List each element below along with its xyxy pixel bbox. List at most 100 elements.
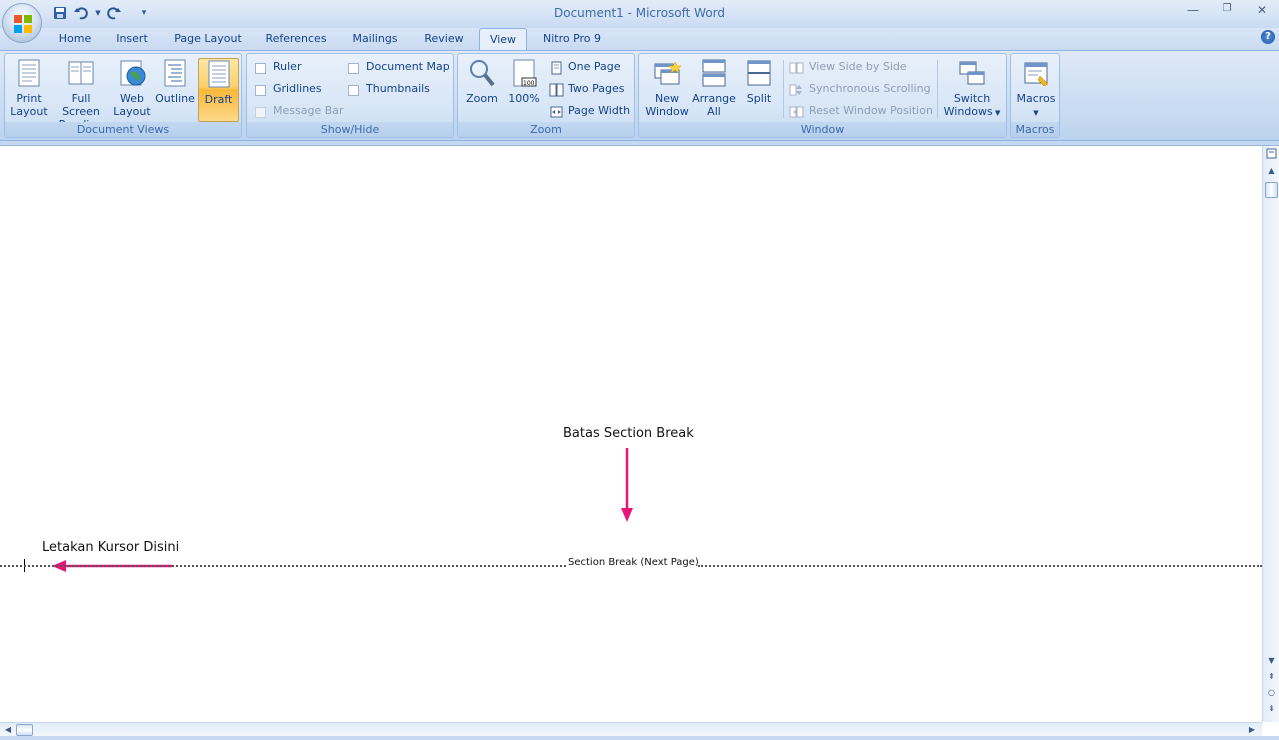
split-label: Split — [746, 92, 772, 105]
web-layout-label-2: Layout — [113, 105, 151, 118]
page-width-label: Page Width — [568, 104, 631, 117]
gridlines-checkbox-box[interactable] — [255, 85, 266, 96]
reset-window-position-icon — [789, 106, 804, 118]
minimize-button[interactable]: — — [1181, 3, 1205, 21]
ruler-checkbox[interactable]: Ruler — [255, 60, 301, 78]
new-window-label-2: Window — [645, 105, 689, 118]
draft-label: Draft — [204, 93, 233, 106]
reset-window-position-button[interactable]: Reset Window Position — [789, 104, 933, 122]
one-page-button[interactable]: One Page — [549, 60, 621, 78]
undo-dropdown-icon[interactable]: ▼ — [90, 5, 106, 21]
tab-home[interactable]: Home — [52, 32, 98, 50]
vertical-scrollbar[interactable]: ▲ ▼ ⇞ ○ ⇟ — [1262, 146, 1279, 722]
message-bar-checkbox[interactable]: Message Bar — [255, 104, 344, 122]
web-layout-icon — [120, 60, 146, 86]
help-icon[interactable]: ? — [1261, 30, 1275, 44]
scroll-down-icon[interactable]: ▼ — [1264, 654, 1279, 668]
office-button[interactable] — [2, 3, 42, 43]
message-bar-checkbox-box[interactable] — [255, 107, 266, 118]
page-width-icon — [550, 106, 563, 118]
print-layout-button[interactable]: Print Layout — [7, 58, 51, 122]
full-screen-reading-button[interactable]: Full Screen Reading — [51, 58, 111, 131]
tab-nitro-pro[interactable]: Nitro Pro 9 — [536, 32, 608, 50]
vertical-scroll-thumb[interactable] — [1265, 182, 1278, 198]
switch-windows-button[interactable]: Switch Windows ▼ — [941, 58, 1003, 122]
gridlines-checkbox[interactable]: Gridlines — [255, 82, 322, 100]
redo-icon[interactable] — [106, 5, 122, 21]
new-window-icon — [654, 61, 681, 85]
outline-label: Outline — [155, 92, 195, 105]
section-break-annotation: Batas Section Break — [563, 426, 694, 441]
section-break-label: Section Break (Next Page) — [568, 557, 699, 568]
gridlines-label: Gridlines — [273, 82, 322, 95]
new-window-label-1: New — [655, 92, 679, 105]
office-logo-icon — [14, 15, 32, 33]
tab-view[interactable]: View — [479, 28, 527, 51]
ribbon-tabs: Home Insert Page Layout References Maili… — [0, 28, 1279, 51]
synchronous-scrolling-button[interactable]: Synchronous Scrolling — [789, 82, 931, 100]
status-bar — [0, 736, 1279, 740]
group-macros: Macros ▼ Macros — [1010, 53, 1060, 138]
new-window-button[interactable]: New Window — [643, 58, 691, 122]
tab-mailings[interactable]: Mailings — [344, 32, 406, 50]
thumbnails-label: Thumbnails — [366, 82, 430, 95]
title-bar: Document1 - Microsoft Word ▼ ▾ — ❐ ✕ — [0, 0, 1279, 28]
macros-button[interactable]: Macros ▼ — [1013, 58, 1059, 122]
split-icon — [747, 60, 771, 86]
document-map-checkbox[interactable]: Document Map — [348, 60, 450, 78]
view-side-by-side-button[interactable]: View Side by Side — [789, 60, 907, 78]
document-area[interactable]: Batas Section Break Letakan Kursor Disin… — [0, 146, 1262, 722]
synchronous-scrolling-label: Synchronous Scrolling — [809, 82, 931, 95]
zoom-100-label: 100% — [508, 92, 540, 105]
print-layout-icon — [18, 59, 40, 87]
horizontal-scroll-thumb[interactable] — [16, 724, 33, 736]
magnifier-icon — [470, 60, 495, 87]
zoom-100-button[interactable]: 100 100% — [504, 58, 544, 122]
macros-icon — [1024, 62, 1049, 87]
scroll-up-icon[interactable]: ▲ — [1264, 164, 1279, 178]
restore-button[interactable]: ❐ — [1215, 3, 1239, 21]
full-screen-reading-icon — [68, 61, 94, 85]
tab-review[interactable]: Review — [418, 32, 470, 50]
thumbnails-checkbox[interactable]: Thumbnails — [348, 82, 430, 100]
switch-windows-dropdown-icon: ▼ — [992, 109, 1001, 117]
reset-window-position-label: Reset Window Position — [809, 104, 933, 117]
tab-page-layout[interactable]: Page Layout — [168, 32, 248, 50]
tab-references[interactable]: References — [260, 32, 332, 50]
arrow-down-icon — [621, 448, 633, 522]
next-page-icon[interactable]: ⇟ — [1264, 702, 1279, 716]
page-width-button[interactable]: Page Width — [549, 104, 630, 122]
macros-label: Macros — [1016, 92, 1056, 105]
close-button[interactable]: ✕ — [1250, 3, 1274, 21]
horizontal-scrollbar[interactable]: ◀ ▶ — [0, 722, 1262, 736]
web-layout-button[interactable]: Web Layout — [111, 58, 153, 122]
draft-button[interactable]: Draft — [198, 58, 239, 122]
svg-text:100: 100 — [523, 80, 535, 87]
group-label-window: Window — [639, 122, 1006, 137]
thumbnails-checkbox-box[interactable] — [348, 85, 359, 96]
select-browse-object-icon[interactable]: ○ — [1264, 686, 1279, 700]
tab-insert[interactable]: Insert — [108, 32, 156, 50]
customize-toolbar-icon[interactable]: ▾ — [136, 5, 152, 21]
ruler-toggle-icon[interactable] — [1264, 148, 1279, 162]
ribbon: Print Layout Full Screen Reading Web Lay… — [0, 50, 1279, 141]
split-button[interactable]: Split — [739, 58, 779, 122]
window-separator-1 — [783, 60, 784, 118]
scroll-right-icon[interactable]: ▶ — [1246, 723, 1258, 737]
group-label-macros: Macros — [1011, 122, 1059, 137]
undo-icon[interactable] — [73, 5, 89, 21]
one-page-icon — [551, 61, 562, 75]
one-page-label: One Page — [568, 60, 621, 73]
document-map-checkbox-box[interactable] — [348, 63, 359, 74]
draft-icon — [208, 60, 229, 88]
previous-page-icon[interactable]: ⇞ — [1264, 670, 1279, 684]
scroll-left-icon[interactable]: ◀ — [2, 723, 14, 737]
outline-button[interactable]: Outline — [153, 58, 197, 122]
save-icon[interactable] — [52, 5, 68, 21]
view-side-by-side-icon — [789, 62, 804, 74]
ruler-checkbox-box[interactable] — [255, 63, 266, 74]
zoom-button[interactable]: Zoom — [462, 58, 502, 122]
arrange-all-button[interactable]: Arrange All — [691, 58, 737, 122]
macros-dropdown-icon: ▼ — [1033, 109, 1039, 117]
two-pages-button[interactable]: Two Pages — [549, 82, 624, 100]
